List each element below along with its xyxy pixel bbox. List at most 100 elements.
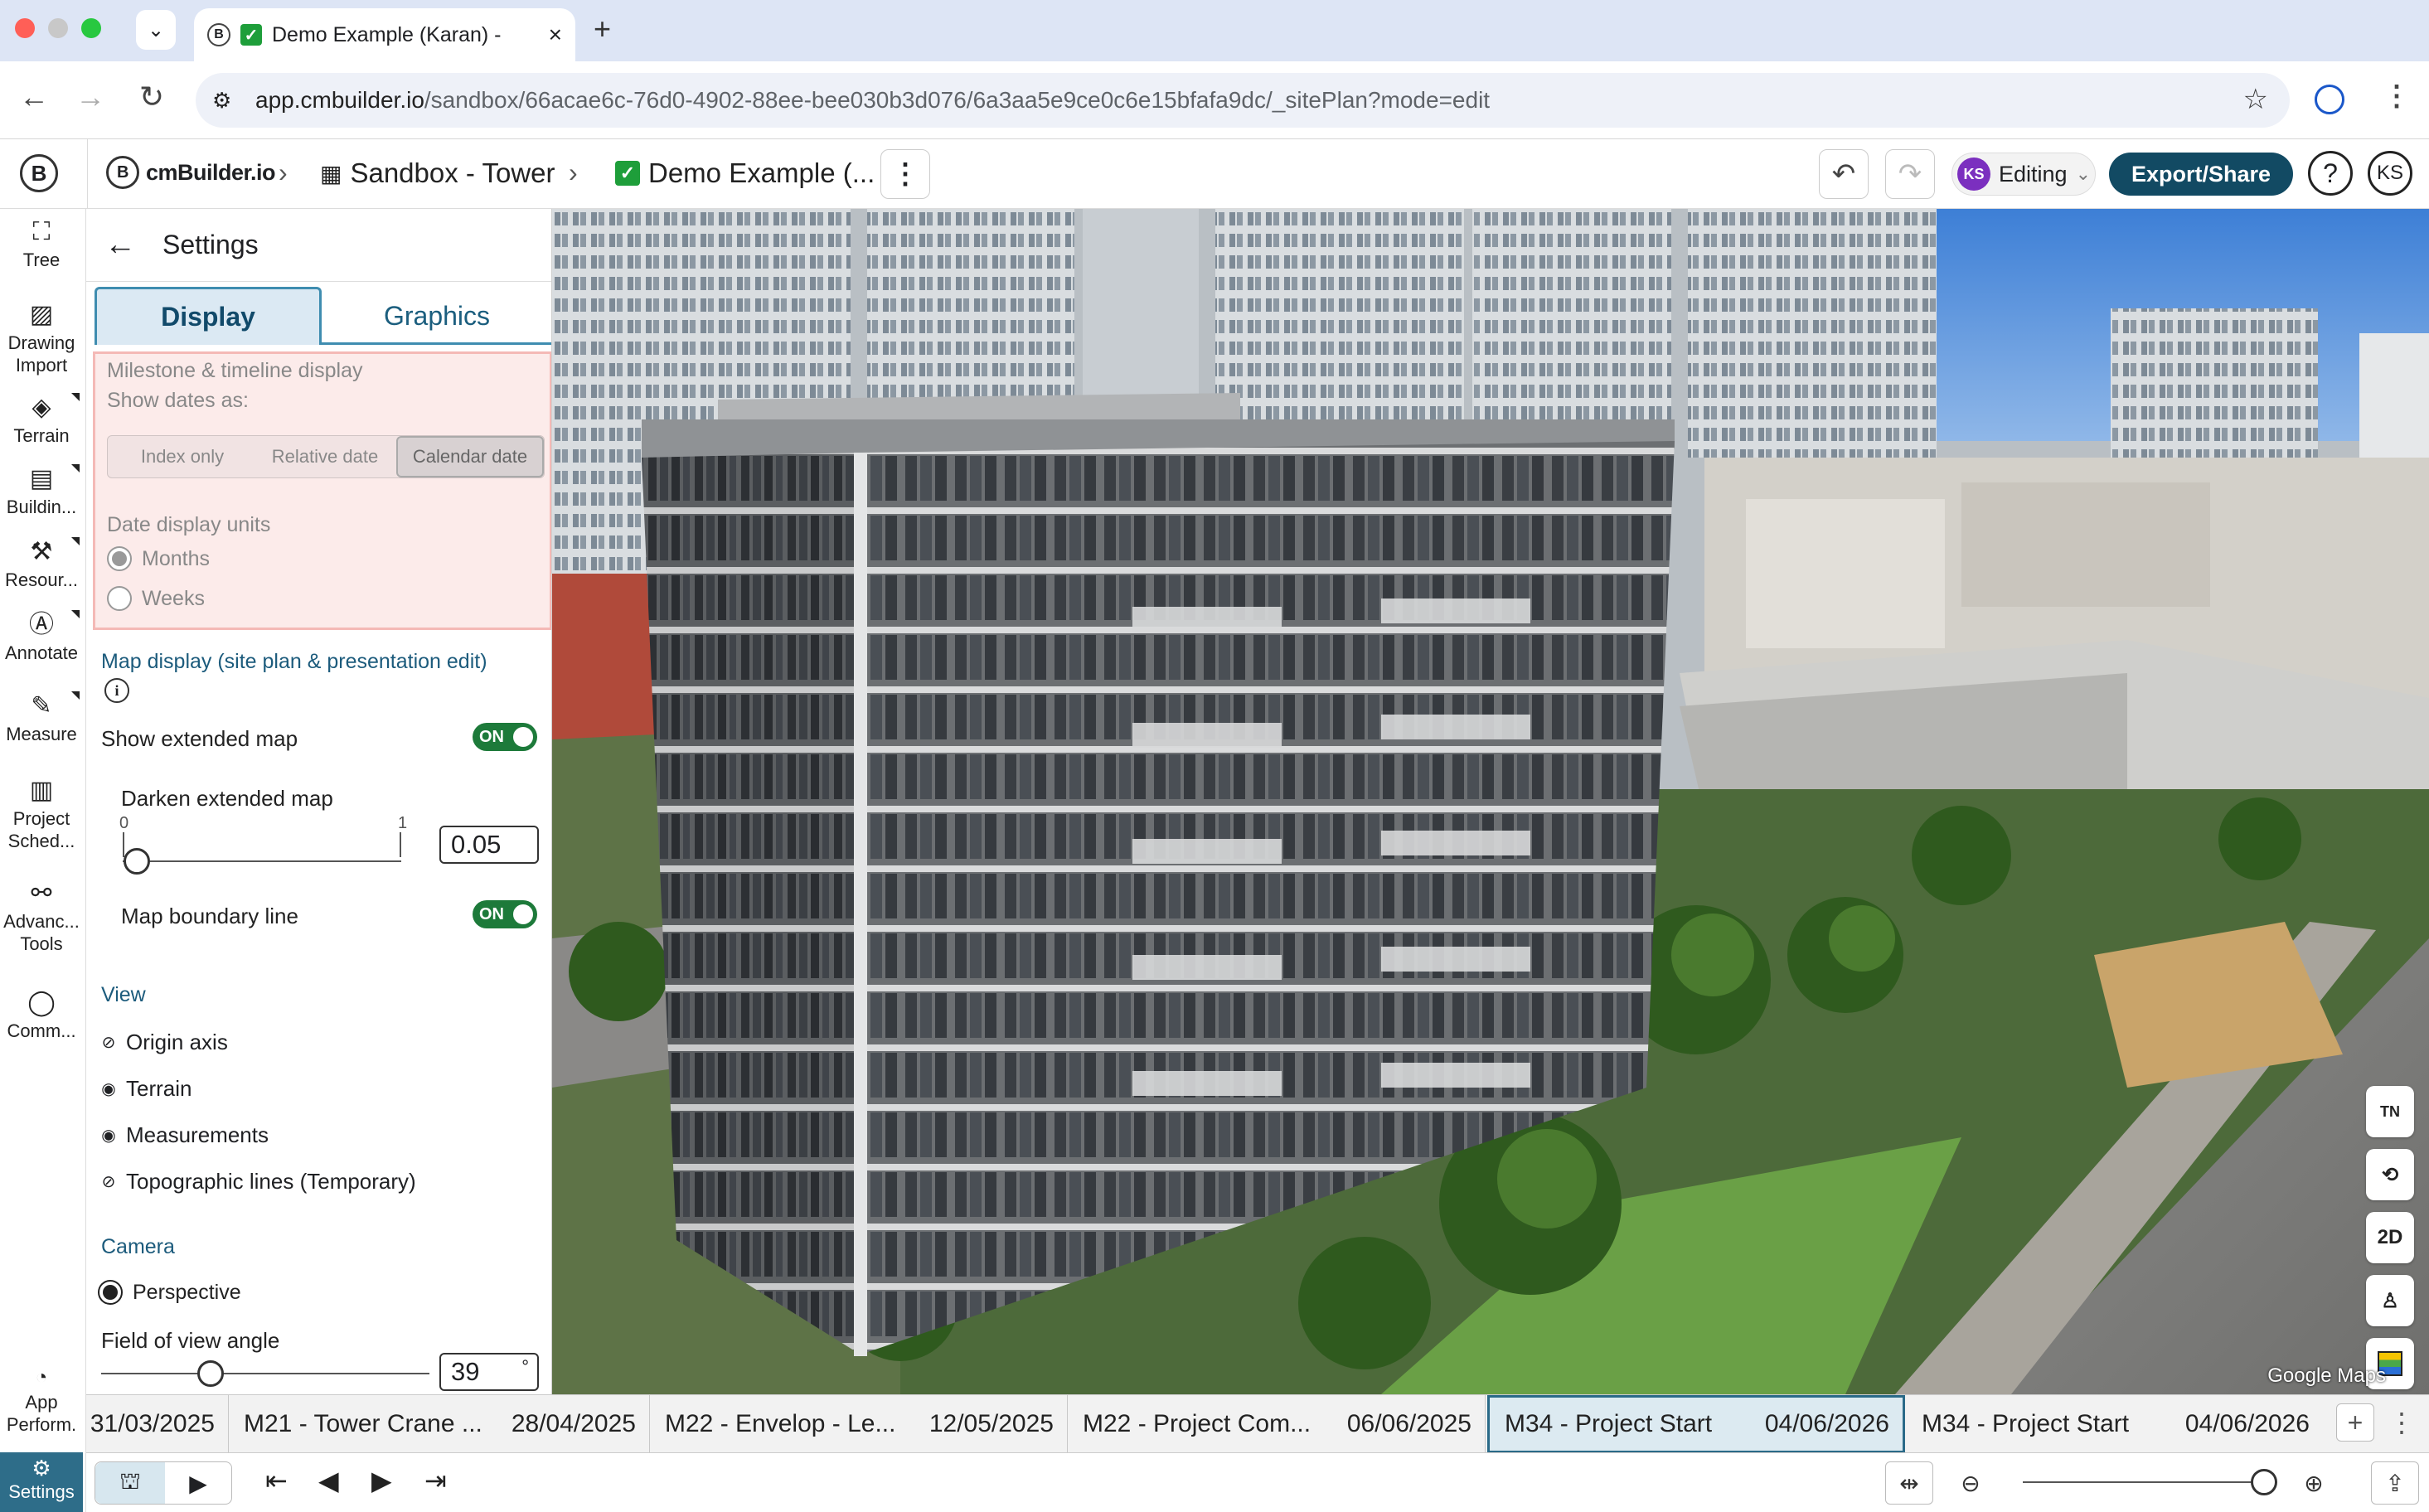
view-origin-axis[interactable]: ⊘ Origin axis: [98, 1030, 228, 1055]
reload-icon[interactable]: ↻: [131, 80, 172, 114]
milestone-item[interactable]: M34 - Project Start 04/06/2026: [1907, 1395, 2323, 1453]
expand-timeline-button[interactable]: ⇪: [2371, 1461, 2419, 1505]
2d-view-button[interactable]: 2D: [2366, 1212, 2414, 1263]
eye-icon[interactable]: ◉: [98, 1078, 119, 1099]
view-topographic-lines[interactable]: ⊘ Topographic lines (Temporary): [98, 1169, 416, 1195]
close-window-button[interactable]: [15, 18, 35, 38]
crane-icon: ⛫: [119, 1468, 141, 1494]
milestone-item[interactable]: 31/03/2025: [86, 1395, 229, 1453]
rail-project-schedule[interactable]: ▥ Project Sched...: [0, 776, 83, 852]
rail-settings[interactable]: ⚙ Settings: [0, 1452, 83, 1512]
camera-orbit-button[interactable]: ⟲: [2366, 1149, 2414, 1200]
user-avatar[interactable]: KS: [2368, 151, 2412, 196]
rail-comments[interactable]: ◯ Comm...: [0, 988, 83, 1042]
zoom-out-button[interactable]: ⊖: [1947, 1461, 1995, 1505]
undo-button[interactable]: ↶: [1819, 149, 1869, 199]
new-tab-button[interactable]: +: [594, 12, 611, 46]
radio-button[interactable]: [98, 1280, 123, 1305]
rail-tree[interactable]: ⛶ Tree: [0, 217, 83, 271]
eye-hidden-icon[interactable]: ⊘: [98, 1171, 119, 1192]
show-extended-map-toggle[interactable]: ON: [473, 723, 537, 751]
maximize-window-button[interactable]: [81, 18, 101, 38]
export-share-button[interactable]: Export/Share: [2109, 153, 2293, 196]
skip-to-start-button[interactable]: ⇤: [265, 1465, 288, 1496]
true-north-button[interactable]: TN: [2366, 1086, 2414, 1137]
timeline-zoom-knob[interactable]: [2251, 1469, 2277, 1495]
app-logo-icon[interactable]: B: [20, 154, 58, 192]
view-terrain[interactable]: ◉ Terrain: [98, 1076, 192, 1102]
units-months-option[interactable]: Months: [107, 546, 210, 571]
info-icon[interactable]: i: [104, 678, 129, 703]
map-display-title: Map display (site plan & presentation ed…: [101, 650, 487, 673]
building-icon: ▦: [320, 160, 342, 187]
tab-display[interactable]: Display: [95, 287, 322, 345]
street-view-button[interactable]: ♙: [2366, 1275, 2414, 1326]
back-icon[interactable]: ←: [13, 80, 55, 114]
milestone-item[interactable]: M21 - Tower Crane ... 28/04/2025: [229, 1395, 650, 1453]
more-options-button[interactable]: ⋮: [880, 149, 930, 199]
radio-button[interactable]: [107, 546, 132, 571]
tab-search-button[interactable]: ⌄: [136, 10, 176, 50]
ruler-icon: ✎: [31, 692, 52, 720]
view-measurements[interactable]: ◉ Measurements: [98, 1122, 269, 1148]
rail-advanced-tools[interactable]: ⚯ Advanc... Tools: [0, 879, 83, 955]
fov-slider-knob[interactable]: [197, 1360, 224, 1387]
milestone-item[interactable]: M22 - Project Com... 06/06/2025: [1068, 1395, 1486, 1453]
rail-building[interactable]: ▤ Buildin...: [0, 464, 83, 518]
rail-measure[interactable]: ✎ Measure: [0, 691, 83, 745]
cmbuilder-favicon-icon: B: [207, 23, 230, 46]
breadcrumb-model[interactable]: ✓ Demo Example (...: [615, 158, 875, 189]
map-boundary-toggle[interactable]: ON: [473, 900, 537, 928]
rail-drawing-import[interactable]: ▨ Drawing Import: [0, 300, 83, 376]
url-field[interactable]: ⚙ app.cmbuilder.io/sandbox/66acae6c-76d0…: [196, 73, 2290, 128]
timeline-zoom-slider[interactable]: [2023, 1481, 2271, 1483]
rail-terrain[interactable]: ◈ Terrain: [0, 393, 83, 447]
timeline-menu-button[interactable]: ⋮: [2383, 1403, 2421, 1442]
rail-app-performance[interactable]: ◔ App Perform.: [0, 1366, 83, 1436]
back-arrow-icon[interactable]: ←: [104, 227, 136, 263]
browser-menu-icon[interactable]: ⋮: [2383, 80, 2411, 113]
minimize-window-button[interactable]: [48, 18, 68, 38]
milestone-item[interactable]: M22 - Envelop - Le... 12/05/2025: [650, 1395, 1068, 1453]
close-tab-icon[interactable]: ×: [549, 22, 562, 48]
step-back-button[interactable]: ◀: [318, 1465, 339, 1496]
step-forward-button[interactable]: ▶: [371, 1465, 392, 1496]
presentation-mode-button[interactable]: ▶: [165, 1462, 231, 1504]
site-plan-mode-button[interactable]: ⛫: [95, 1462, 165, 1504]
breadcrumb-project[interactable]: ▦ Sandbox - Tower: [320, 158, 555, 189]
fov-value-input[interactable]: 39 °: [439, 1353, 539, 1391]
darken-value-input[interactable]: 0.05: [439, 826, 539, 864]
site-settings-icon[interactable]: ⚙: [212, 88, 231, 114]
radio-button[interactable]: [107, 586, 132, 611]
bookmark-star-icon[interactable]: ☆: [2243, 83, 2268, 116]
redo-button[interactable]: ↷: [1885, 149, 1935, 199]
camera-perspective-option[interactable]: Perspective: [98, 1280, 241, 1305]
brand-logo[interactable]: B cmBuilder.io: [106, 156, 276, 189]
fov-slider-track[interactable]: [101, 1373, 429, 1374]
skip-to-end-button[interactable]: ⇥: [424, 1465, 447, 1496]
eye-hidden-icon[interactable]: ⊘: [98, 1032, 119, 1053]
viewport-tool-column: TN ⟲ 2D ♙: [2366, 1086, 2414, 1394]
rail-annotate[interactable]: Ⓐ Annotate: [0, 610, 83, 664]
3d-viewport[interactable]: TN ⟲ 2D ♙ Google Maps: [552, 209, 2429, 1394]
eye-icon[interactable]: ◉: [98, 1125, 119, 1146]
help-icon[interactable]: ?: [2308, 151, 2353, 196]
tab-graphics[interactable]: Graphics: [322, 287, 551, 345]
editing-mode-dropdown[interactable]: KS Editing ⌄: [1951, 153, 2096, 196]
fit-timeline-button[interactable]: ⇹: [1885, 1461, 1933, 1505]
3d-scene[interactable]: [552, 209, 2429, 1394]
date-option-calendar[interactable]: Calendar date: [396, 436, 544, 477]
date-option-relative[interactable]: Relative date: [255, 436, 395, 477]
units-weeks-option[interactable]: Weeks: [107, 586, 205, 611]
zoom-in-button[interactable]: ⊕: [2290, 1461, 2338, 1505]
browser-tab[interactable]: B ✓ Demo Example (Karan) - ×: [194, 8, 575, 61]
step-back-icon: ◀: [318, 1466, 339, 1495]
forward-icon[interactable]: →: [70, 80, 111, 114]
rail-resources[interactable]: ⚒ Resour...: [0, 537, 83, 591]
darken-slider-track[interactable]: [123, 860, 401, 862]
profile-icon[interactable]: [2315, 85, 2344, 114]
darken-slider-knob[interactable]: [123, 848, 150, 875]
milestone-item-selected[interactable]: M34 - Project Start 04/06/2026: [1487, 1395, 1905, 1453]
date-option-index[interactable]: Index only: [109, 436, 255, 477]
add-milestone-button[interactable]: +: [2336, 1403, 2374, 1442]
